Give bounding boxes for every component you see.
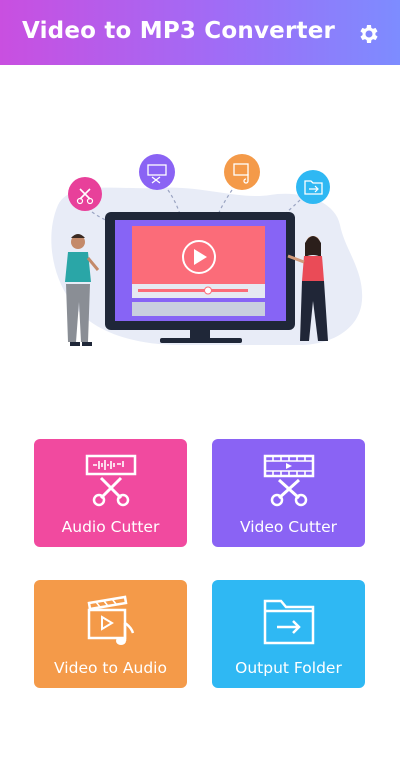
video-to-audio-icon: [87, 595, 134, 645]
gear-icon[interactable]: [357, 22, 381, 46]
monitor-stand: [190, 330, 210, 338]
bubble-output-folder: [296, 170, 330, 204]
output-folder-button[interactable]: Output Folder: [212, 580, 365, 688]
bubble-video-to-audio: [224, 154, 260, 190]
video-to-audio-label: Video to Audio: [54, 659, 167, 677]
bubble-video-cutter: [139, 154, 175, 190]
video-cutter-label: Video Cutter: [239, 518, 338, 536]
audio-cutter-button[interactable]: Audio Cutter: [34, 439, 187, 547]
output-folder-label: Output Folder: [235, 659, 342, 677]
app-header: Video to MP3 Converter: [0, 0, 400, 65]
video-cutter-button[interactable]: Video Cutter: [212, 439, 365, 547]
output-folder-icon: [263, 599, 314, 645]
audio-cutter-icon: [85, 454, 136, 507]
video-to-audio-button[interactable]: Video to Audio: [34, 580, 187, 688]
presentation-illustration: [51, 154, 363, 346]
app-title: Video to MP3 Converter: [22, 18, 336, 44]
audio-cutter-label: Audio Cutter: [61, 518, 160, 536]
video-cutter-icon: [263, 454, 314, 507]
